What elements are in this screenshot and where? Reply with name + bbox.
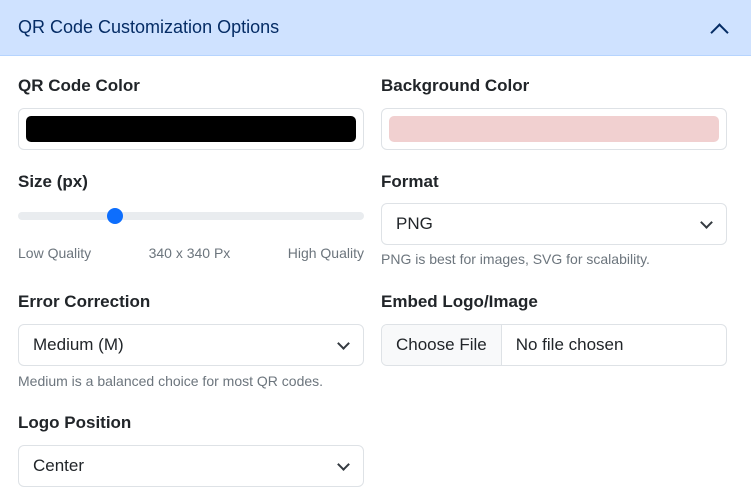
error-correction-selected: Medium (M) [33,335,124,354]
logo-position-select[interactable]: Center [18,445,364,487]
logo-position-label: Logo Position [18,413,132,432]
format-select[interactable]: PNG [381,203,727,245]
error-correction-select[interactable]: Medium (M) [18,324,364,366]
file-status-text: No file chosen [515,335,624,354]
accordion-header[interactable]: QR Code Customization Options [0,0,751,56]
logo-file-input[interactable]: Choose File No file chosen [381,324,727,366]
error-correction-label: Error Correction [18,292,151,311]
choose-file-button[interactable]: Choose File [382,325,502,365]
chevron-down-icon [337,460,349,472]
background-color-swatch [389,116,719,142]
size-slider-thumb[interactable] [106,208,123,224]
low-quality-label: Low Quality [18,245,92,261]
format-help: PNG is best for images, SVG for scalabil… [381,251,650,267]
size-slider[interactable] [18,208,364,224]
qr-color-picker[interactable] [18,108,364,150]
chevron-down-icon [700,218,712,230]
error-correction-help: Medium is a balanced choice for most QR … [18,373,324,389]
embed-logo-label: Embed Logo/Image [381,292,538,311]
high-quality-label: High Quality [287,245,364,261]
qr-color-label: QR Code Color [18,76,140,95]
logo-position-selected: Center [33,456,85,475]
size-scale-labels: Low Quality 340 x 340 Px High Quality [18,245,364,261]
size-label: Size (px) [18,172,88,191]
accordion-title: QR Code Customization Options [18,17,280,37]
qr-customization-panel: QR Code Customization Options QR Code Co… [0,0,751,496]
chevron-down-icon [337,339,349,351]
background-color-label: Background Color [381,76,530,95]
background-color-picker[interactable] [381,108,727,150]
qr-color-swatch [26,116,356,142]
size-value-text: 340 x 340 Px [148,245,231,261]
format-selected: PNG [396,214,433,233]
format-label: Format [381,172,439,191]
chevron-up-icon[interactable] [711,21,725,35]
